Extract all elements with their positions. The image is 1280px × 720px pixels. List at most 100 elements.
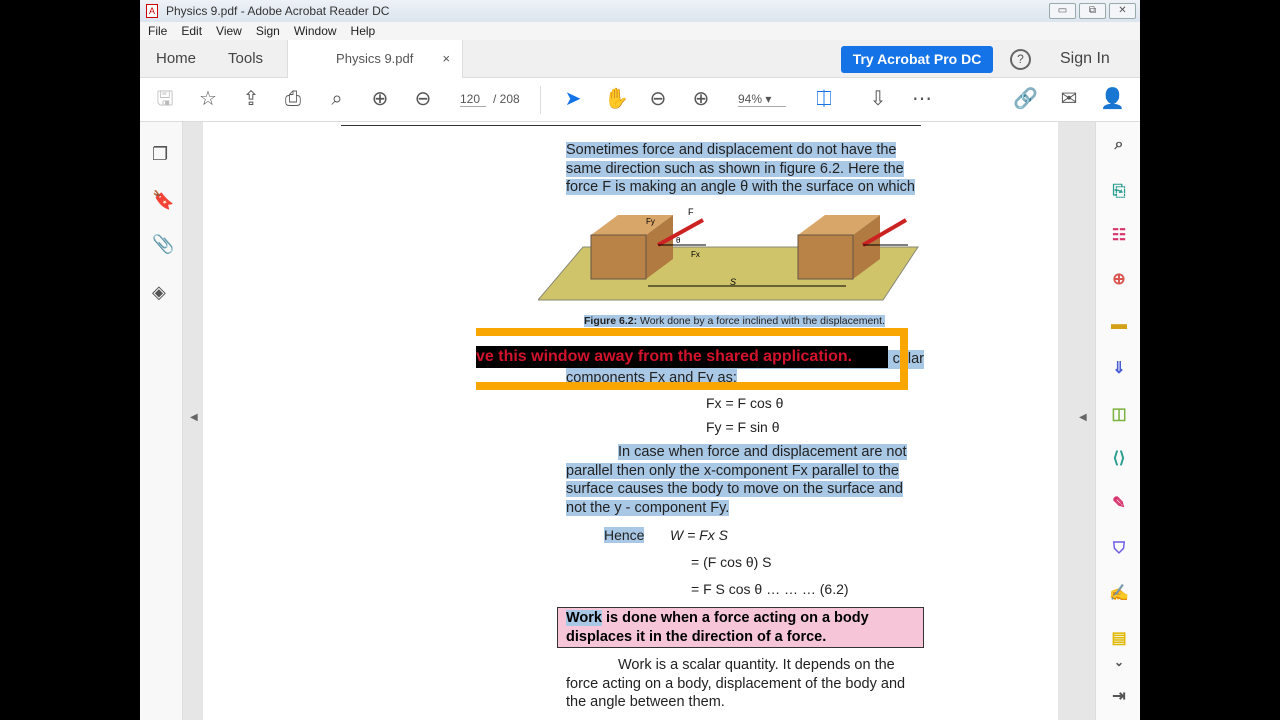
text-line: force acting on a body, displacement of … [566, 675, 906, 692]
menu-file[interactable]: File [148, 24, 167, 38]
previous-page-icon[interactable]: ⊕ [368, 88, 392, 110]
highlight-icon[interactable]: ✎ [1108, 494, 1130, 514]
compress-icon[interactable]: ◫ [1108, 405, 1130, 425]
equation-w3: = F S cos θ … … … (6.2) [691, 581, 849, 597]
page-number-input[interactable]: 120 [460, 92, 486, 107]
equation-w2: = (F cos θ) S [691, 554, 772, 570]
definition-text: is done when a force acting on a body [602, 610, 869, 626]
save-icon[interactable]: 🖫 [153, 88, 177, 110]
share-warning-banner: ve this window away from the shared appl… [476, 346, 888, 368]
label-theta: θ [676, 236, 681, 245]
close-tab-icon[interactable]: × [442, 51, 450, 66]
paragraph-intro: Sometimes force and displacement do not … [566, 141, 924, 197]
menu-sign[interactable]: Sign [256, 24, 280, 38]
menu-view[interactable]: View [216, 24, 242, 38]
organize-pages-icon[interactable]: ☷ [1108, 226, 1130, 246]
zoom-in-icon[interactable]: ⊕ [689, 88, 713, 110]
toolbar: 🖫 ☆ ⇪ ⎙ ⌕ ⊕ ⊖ 120 / 208 ➤ ✋ ⊖ ⊕ 94% ▾ ⎅ … [140, 78, 1140, 122]
menu-bar: File Edit View Sign Window Help [140, 22, 1140, 40]
bookmarks-icon[interactable]: 🔖 [152, 190, 174, 211]
page-rule [341, 125, 921, 126]
scroll-mode-icon[interactable]: ⇩ [866, 88, 890, 110]
paragraph-scalar: Work is a scalar quantity. It depends on… [566, 656, 924, 712]
menu-window[interactable]: Window [294, 24, 337, 38]
more-tools-chevron-icon[interactable]: ⌄ [1108, 652, 1130, 672]
left-nav-panel: ❐ 🔖 📎 ◈ [140, 122, 183, 720]
label-s: S [730, 277, 736, 287]
scan-icon[interactable]: ⟨⟩ [1108, 449, 1130, 469]
help-icon[interactable]: ? [1010, 49, 1031, 70]
definition-box: Work is done when a force acting on a bo… [557, 607, 924, 648]
equation-fx: Fx = F cos θ [706, 395, 784, 411]
fit-page-icon[interactable]: ⎅ [812, 88, 836, 110]
next-page-icon[interactable]: ⊖ [411, 88, 435, 110]
collapse-left-arrow[interactable]: ◀ [190, 412, 198, 423]
enhance-scan-icon[interactable]: ⌕ [1108, 135, 1130, 155]
email-icon[interactable]: ✉ [1057, 88, 1081, 110]
page-thumbnails-icon[interactable]: ❐ [152, 144, 168, 165]
try-acrobat-pro-button[interactable]: Try Acrobat Pro DC [841, 46, 993, 73]
definition-line2: displaces it in the direction of a force… [566, 629, 827, 645]
title-bar: A Physics 9.pdf - Adobe Acrobat Reader D… [140, 0, 1140, 22]
text-line: parallel then only the x-component Fx pa… [566, 462, 899, 479]
add-user-icon[interactable]: 👤 [1100, 88, 1125, 110]
equation-w1: W = Fx S [670, 527, 728, 543]
text-line: the angle between them. [566, 694, 725, 710]
label-fx: Fx [691, 250, 700, 259]
caption-bold: Figure 6.2: [584, 315, 638, 327]
combine-files-icon[interactable]: ⇓ [1108, 359, 1130, 379]
bookmark-star-icon[interactable]: ☆ [196, 88, 220, 110]
definition-word: Work [566, 610, 602, 626]
restore-button[interactable]: ⧉ [1079, 3, 1106, 19]
attachments-icon[interactable]: 📎 [152, 234, 174, 255]
text-line: force F is making an angle θ with the su… [566, 179, 915, 195]
text-line: not the y - component Fy. [566, 499, 730, 516]
hand-tool-icon[interactable]: ✋ [604, 88, 629, 110]
tab-tools[interactable]: Tools [212, 50, 279, 67]
menu-edit[interactable]: Edit [181, 24, 202, 38]
divider [540, 86, 541, 114]
zoom-select[interactable]: 94% ▾ [738, 92, 786, 107]
figure-caption: Figure 6.2: Work done by a force incline… [584, 315, 885, 327]
text-line: surface causes the body to move on the s… [566, 481, 903, 497]
tab-document-label: Physics 9.pdf [336, 51, 414, 66]
print-icon[interactable]: ⎙ [281, 88, 305, 110]
create-pdf-icon[interactable]: ⊕ [1108, 270, 1130, 290]
collapse-right-arrow[interactable]: ◀ [1079, 412, 1087, 423]
send-for-comments-icon[interactable]: ▤ [1108, 629, 1130, 649]
share-link-icon[interactable]: 🔗 [1013, 88, 1038, 110]
sign-in-button[interactable]: Sign In [1060, 50, 1110, 68]
label-f: F [688, 207, 694, 217]
select-cursor-icon[interactable]: ➤ [561, 88, 585, 110]
layers-icon[interactable]: ◈ [152, 282, 166, 303]
minimize-button[interactable]: ▭ [1049, 3, 1076, 19]
comment-icon[interactable]: ▬ [1108, 315, 1130, 335]
hence-label: Hence [604, 527, 645, 543]
tab-document[interactable]: Physics 9.pdf × [287, 39, 464, 78]
more-tools-icon[interactable]: ⋯ [910, 88, 934, 110]
label-fy: Fy [646, 217, 655, 226]
text-line: Work is a scalar quantity. It depends on… [618, 657, 895, 673]
collapse-panel-icon[interactable]: ⇥ [1108, 687, 1130, 707]
figure-6-2: F Fy Fx θ S [538, 207, 919, 301]
tab-home[interactable]: Home [140, 50, 212, 67]
zoom-value: 94% [738, 92, 763, 106]
export-pdf-icon[interactable]: ⎘ [1108, 182, 1130, 202]
acrobat-icon: A [146, 4, 158, 18]
close-window-button[interactable]: ✕ [1109, 3, 1136, 19]
acrobat-window: A Physics 9.pdf - Adobe Acrobat Reader D… [140, 0, 1140, 720]
pdf-page: Sometimes force and displacement do not … [203, 122, 1058, 720]
menu-help[interactable]: Help [351, 24, 376, 38]
document-viewport[interactable]: ◀ Sometimes force and displacement do no… [183, 122, 1119, 720]
search-icon[interactable]: ⌕ [325, 88, 349, 110]
window-title: Physics 9.pdf - Adobe Acrobat Reader DC [166, 4, 390, 18]
fill-sign-icon[interactable]: ✍ [1108, 584, 1130, 604]
content-area: ❐ 🔖 📎 ◈ ◀ Sometimes force and displaceme… [140, 122, 1140, 720]
upload-cloud-icon[interactable]: ⇪ [239, 88, 263, 110]
text-line: Sometimes force and displacement do not … [566, 142, 897, 158]
page-total: / 208 [493, 92, 520, 106]
protect-icon[interactable]: ⛉ [1108, 539, 1130, 559]
text-line: same direction such as shown in figure 6… [566, 160, 904, 177]
tab-bar: Home Tools Physics 9.pdf × Try Acrobat P… [140, 39, 1140, 78]
zoom-out-icon[interactable]: ⊖ [646, 88, 670, 110]
